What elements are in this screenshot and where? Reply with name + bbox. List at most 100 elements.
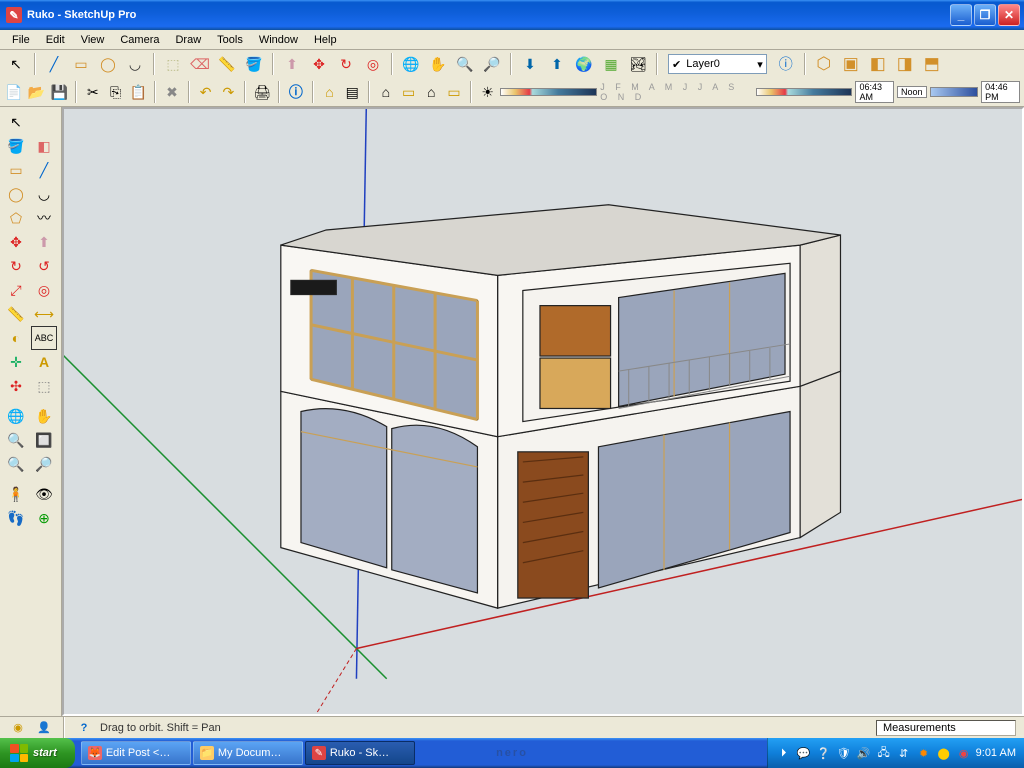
- layer-manager[interactable]: ⓘ: [774, 52, 798, 76]
- help-icon[interactable]: ?: [74, 719, 94, 737]
- copy[interactable]: ⎘: [106, 80, 126, 104]
- shadow-slider[interactable]: [930, 87, 979, 97]
- tray-help-icon[interactable]: ❔: [816, 745, 832, 761]
- style-shaded1[interactable]: ⌂: [376, 80, 396, 104]
- share-model[interactable]: ⬆: [545, 52, 569, 76]
- make-component[interactable]: ⬚: [161, 52, 185, 76]
- zoom-extents-tool[interactable]: 🔎: [480, 52, 504, 76]
- menu-help[interactable]: Help: [306, 32, 345, 48]
- scale-tool-v[interactable]: ⤢: [3, 278, 29, 302]
- line-tool[interactable]: ╱: [42, 52, 66, 76]
- pushpull-tool[interactable]: ⬆: [280, 52, 304, 76]
- print[interactable]: 🖨: [252, 80, 272, 104]
- 3d-viewport[interactable]: [62, 107, 1024, 716]
- tray-update-icon[interactable]: ⬤: [936, 745, 952, 761]
- shadow-settings[interactable]: ☀: [478, 80, 498, 104]
- style-xray[interactable]: ▭: [444, 80, 464, 104]
- tray-shield-icon[interactable]: 🛡: [836, 745, 852, 761]
- menu-edit[interactable]: Edit: [38, 32, 73, 48]
- rectangle-tool[interactable]: ▭: [69, 52, 93, 76]
- rotate-tool[interactable]: ↻: [334, 52, 358, 76]
- save-file[interactable]: 💾: [49, 80, 69, 104]
- menu-window[interactable]: Window: [251, 32, 306, 48]
- 3dtext-v[interactable]: A: [31, 350, 57, 374]
- start-button[interactable]: start: [0, 738, 75, 768]
- look-around-v[interactable]: 👁: [31, 482, 57, 506]
- redo[interactable]: ↷: [219, 80, 239, 104]
- protractor-v[interactable]: ◐: [3, 326, 29, 350]
- tape-measure-tool[interactable]: 📏: [215, 52, 239, 76]
- rect-tool-v[interactable]: ▭: [3, 158, 29, 182]
- circle-tool-v[interactable]: ◯: [3, 182, 29, 206]
- arc-tool-v[interactable]: ◡: [31, 182, 57, 206]
- zoom-v[interactable]: 🔍: [3, 428, 29, 452]
- tray-app-icon[interactable]: ◉: [956, 745, 972, 761]
- text-tool-v[interactable]: ABC: [31, 326, 57, 350]
- orbit-v[interactable]: 🌐: [3, 404, 29, 428]
- top-view[interactable]: ▣: [839, 52, 863, 76]
- eraser-tool[interactable]: ⌫: [188, 52, 212, 76]
- tray-chat-icon[interactable]: 💬: [796, 745, 812, 761]
- shadow-time-bar[interactable]: [756, 88, 853, 96]
- zoom-tool[interactable]: 🔍: [453, 52, 477, 76]
- open-file[interactable]: 📂: [27, 80, 47, 104]
- maximize-button[interactable]: ❐: [974, 4, 996, 26]
- measurements-box[interactable]: Measurements: [876, 720, 1016, 736]
- followme-v[interactable]: ↺: [31, 254, 57, 278]
- delete[interactable]: ✖: [162, 80, 182, 104]
- back-view[interactable]: ⬒: [920, 52, 944, 76]
- menu-camera[interactable]: Camera: [112, 32, 167, 48]
- offset-tool[interactable]: ◎: [361, 52, 385, 76]
- system-tray[interactable]: ⏵ 💬 ❔ 🛡 🔊 🖧 ⇵ ✹ ⬤ ◉ 9:01 AM: [767, 738, 1024, 768]
- line-tool-v[interactable]: ╱: [31, 158, 57, 182]
- dimension-v[interactable]: ⟷: [31, 302, 57, 326]
- offset-tool-v[interactable]: ◎: [31, 278, 57, 302]
- zoom-extents-v[interactable]: 🔎: [31, 452, 57, 476]
- style-hidden[interactable]: ⌂: [421, 80, 441, 104]
- geo-location-icon[interactable]: ◉: [8, 719, 28, 737]
- section-display-v[interactable]: ⬚: [31, 374, 57, 398]
- style-shaded2[interactable]: ▭: [399, 80, 419, 104]
- toggle-terrain[interactable]: ▦: [599, 52, 623, 76]
- close-button[interactable]: ✕: [998, 4, 1020, 26]
- pan-v[interactable]: ✋: [31, 404, 57, 428]
- cut[interactable]: ✂: [83, 80, 103, 104]
- position-camera-v[interactable]: 🧍: [3, 482, 29, 506]
- iso-view[interactable]: ⬡: [812, 52, 836, 76]
- move-tool-v[interactable]: ✥: [3, 230, 29, 254]
- eraser-tool-v[interactable]: ◧: [31, 134, 57, 158]
- walk-v[interactable]: 👣: [3, 506, 29, 530]
- new-file[interactable]: 📄: [4, 80, 24, 104]
- axes-tool-v[interactable]: ✛: [3, 350, 29, 374]
- tray-volume-icon[interactable]: 🔊: [856, 745, 872, 761]
- select-tool[interactable]: ↖: [4, 52, 28, 76]
- tape-v[interactable]: 📏: [3, 302, 29, 326]
- tray-av-icon[interactable]: ✹: [916, 745, 932, 761]
- zoom-window-v[interactable]: 🔲: [31, 428, 57, 452]
- section-plane-v[interactable]: ⊕: [31, 506, 57, 530]
- google-earth[interactable]: 🌍: [572, 52, 596, 76]
- place-model[interactable]: 🏞: [626, 52, 650, 76]
- menu-draw[interactable]: Draw: [167, 32, 209, 48]
- select-tool-v[interactable]: ↖: [3, 110, 29, 134]
- style-wireframe[interactable]: ▤: [342, 80, 362, 104]
- section-v[interactable]: ✣: [3, 374, 29, 398]
- task-sketchup[interactable]: ✎Ruko - Sk…: [305, 741, 415, 765]
- style-home[interactable]: ⌂: [320, 80, 340, 104]
- menu-file[interactable]: File: [4, 32, 38, 48]
- circle-tool[interactable]: ◯: [96, 52, 120, 76]
- task-firefox[interactable]: 🦊Edit Post <…: [81, 741, 191, 765]
- layer-dropdown-icon[interactable]: ▾: [754, 58, 766, 71]
- arc-tool[interactable]: ◡: [123, 52, 147, 76]
- menu-view[interactable]: View: [73, 32, 113, 48]
- menu-tools[interactable]: Tools: [209, 32, 251, 48]
- clock[interactable]: 9:01 AM: [976, 747, 1016, 759]
- tray-network-icon[interactable]: 🖧: [876, 745, 892, 761]
- right-view[interactable]: ◨: [893, 52, 917, 76]
- move-tool[interactable]: ✥: [307, 52, 331, 76]
- pan-tool[interactable]: ✋: [426, 52, 450, 76]
- undo[interactable]: ↶: [196, 80, 216, 104]
- layer-visible-check[interactable]: ✔: [669, 58, 684, 71]
- model-info[interactable]: ⓘ: [286, 80, 306, 104]
- front-view[interactable]: ◧: [866, 52, 890, 76]
